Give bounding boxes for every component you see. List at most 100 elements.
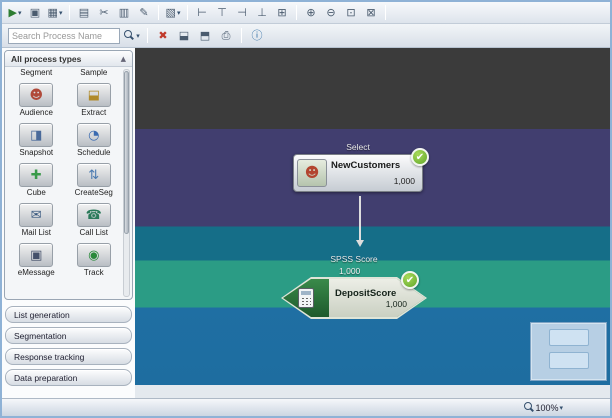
palette-item-label: Segment: [20, 68, 53, 77]
palette-item-extract[interactable]: ⬓ Extract: [68, 81, 121, 117]
createseg-process-icon: ⇅: [76, 163, 111, 187]
fit-window-icon: ⊠: [366, 6, 376, 19]
success-check-badge: ✔: [411, 148, 429, 166]
annotate-button[interactable]: ✎: [135, 4, 153, 22]
schedule-process-icon: ◔: [76, 123, 111, 147]
status-bar: 100% ▾: [2, 398, 610, 416]
layout-grid-icon: ▦: [47, 6, 58, 19]
align-right-button[interactable]: ⊣: [233, 4, 251, 22]
align-bottom-button[interactable]: ⊥: [253, 4, 271, 22]
zoom-level: 100%: [535, 402, 559, 413]
accordion-response-tracking[interactable]: Response tracking: [5, 348, 132, 365]
chevron-down-icon: ▾: [58, 8, 63, 17]
palette-item-label: eMessage: [17, 268, 55, 277]
align-top-button[interactable]: ⊤: [213, 4, 231, 22]
process-config-button[interactable]: ▣: [26, 4, 44, 22]
node-name: DepositScore: [335, 287, 397, 299]
scrollbar-thumb[interactable]: [124, 71, 129, 234]
calculator-icon: [298, 288, 314, 308]
save-as-button[interactable]: ⬒: [196, 27, 214, 45]
mail-list-process-icon: ✉: [19, 203, 54, 227]
accordion-label: List generation: [14, 309, 70, 320]
palette-item-label: CreateSeg: [74, 188, 113, 197]
fit-to-window-button[interactable]: ⊠: [362, 4, 380, 22]
connector-arrow: [356, 196, 364, 247]
toolbar-separator: [385, 5, 386, 20]
search-icon: [124, 30, 135, 41]
audience-process-icon: ☻: [19, 83, 54, 107]
flowchart-editor-window: ▶ ▾ ▣ ▦ ▾ ▤ ✂ ▥ ✎ ▧ ▾ ⊢ ⊤ ⊣ ⊥ ⊞ ⊕ ⊖ ⊡ ⊠ …: [0, 0, 612, 418]
info-button[interactable]: ⓘ: [248, 27, 266, 45]
palette-item-segment[interactable]: ▤ Segment: [10, 67, 63, 77]
print-button[interactable]: ⎙: [217, 27, 235, 45]
paste-icon: ▥: [118, 6, 130, 19]
process-node-depositscore[interactable]: SPSS Score 1,000 DepositScore 1,000 ✔: [281, 254, 427, 319]
emessage-process-icon: ▣: [19, 243, 54, 267]
flowchart-canvas[interactable]: Select ☻ NewCustomers 1,000 ✔ SPSS Score…: [135, 48, 610, 385]
palette-item-call-list[interactable]: ☎ Call List: [68, 201, 121, 237]
palette-item-createseg[interactable]: ⇅ CreateSeg: [68, 161, 121, 197]
zoom-out-icon: ⊖: [326, 6, 336, 19]
palette-item-cube[interactable]: ✚ Cube: [10, 161, 63, 197]
grid-icon: ⊞: [277, 6, 287, 19]
toolbar-separator: [69, 5, 70, 20]
toolbar-separator: [241, 28, 242, 43]
palette-header[interactable]: All process types ▲: [5, 51, 132, 67]
align-left-button[interactable]: ⊢: [193, 4, 211, 22]
chevron-down-icon: ▾: [17, 8, 22, 17]
display-options-icon: ▧: [165, 6, 176, 19]
zoom-region-button[interactable]: ⊡: [342, 4, 360, 22]
palette-grid: ▤ Segment ▦ Sample ☻ Audience ⬓: [10, 67, 120, 277]
run-flowchart-button[interactable]: ▶ ▾: [6, 4, 24, 22]
zoom-out-button[interactable]: ⊖: [322, 4, 340, 22]
palette-item-mail-list[interactable]: ✉ Mail List: [10, 201, 63, 237]
search-button[interactable]: ▾: [123, 27, 141, 45]
palette-item-sample[interactable]: ▦ Sample: [68, 67, 121, 77]
align-top-icon: ⊤: [217, 6, 227, 19]
palette-item-label: Mail List: [21, 228, 51, 237]
search-process-input[interactable]: [8, 27, 120, 44]
accordion-list-generation[interactable]: List generation: [5, 306, 132, 323]
minimap-node: [548, 352, 589, 369]
save-icon: ⬓: [178, 29, 190, 42]
node-body[interactable]: DepositScore 1,000 ✔: [281, 271, 427, 319]
node-record-count: 1,000: [385, 298, 407, 309]
zoom-control[interactable]: 100% ▾: [523, 399, 564, 417]
main-toolbar: ▶ ▾ ▣ ▦ ▾ ▤ ✂ ▥ ✎ ▧ ▾ ⊢ ⊤ ⊣ ⊥ ⊞ ⊕ ⊖ ⊡ ⊠: [2, 2, 610, 24]
cut-button[interactable]: ✂: [95, 4, 113, 22]
call-list-process-icon: ☎: [76, 203, 111, 227]
palette-item-schedule[interactable]: ◔ Schedule: [68, 121, 121, 157]
content-area: All process types ▲ ▤ Segment ▦ Sample: [2, 48, 610, 398]
node-text: NewCustomers 1,000: [327, 158, 419, 188]
palette-item-emessage[interactable]: ▣ eMessage: [10, 241, 63, 277]
save-button[interactable]: ⬓: [175, 27, 193, 45]
palette-item-label: Audience: [19, 108, 53, 117]
palette-item-snapshot[interactable]: ◨ Snapshot: [10, 121, 63, 157]
palette-scrollbar[interactable]: [123, 69, 130, 297]
layout-menu-button[interactable]: ▦ ▾: [46, 4, 64, 22]
palette-item-track[interactable]: ◉ Track: [68, 241, 121, 277]
accordion-segmentation[interactable]: Segmentation: [5, 327, 132, 344]
cube-process-icon: ✚: [19, 163, 54, 187]
palette-item-audience[interactable]: ☻ Audience: [10, 81, 63, 117]
process-node-newcustomers[interactable]: Select ☻ NewCustomers 1,000 ✔: [293, 142, 429, 192]
toolbar-separator: [187, 5, 188, 20]
zoom-in-button[interactable]: ⊕: [302, 4, 320, 22]
node-body[interactable]: ☻ NewCustomers 1,000 ✔: [293, 148, 429, 192]
delete-button[interactable]: ✖: [154, 27, 172, 45]
accordion-label: Segmentation: [14, 330, 67, 341]
accordion-label: Data preparation: [14, 372, 78, 383]
snap-grid-button[interactable]: ⊞: [273, 4, 291, 22]
chevron-up-icon: ▲: [120, 54, 126, 63]
snapshot-process-icon: ◨: [19, 123, 54, 147]
track-process-icon: ◉: [76, 243, 111, 267]
overview-minimap[interactable]: [530, 322, 607, 381]
accordion-data-preparation[interactable]: Data preparation: [5, 369, 132, 386]
paste-button[interactable]: ▥: [115, 4, 133, 22]
display-options-button[interactable]: ▧ ▾: [164, 4, 182, 22]
accordion-label: Response tracking: [14, 351, 85, 362]
chevron-down-icon: ▾: [136, 31, 140, 40]
copy-button[interactable]: ▤: [75, 4, 93, 22]
extract-process-icon: ⬓: [76, 83, 111, 107]
success-check-badge: ✔: [401, 271, 419, 289]
